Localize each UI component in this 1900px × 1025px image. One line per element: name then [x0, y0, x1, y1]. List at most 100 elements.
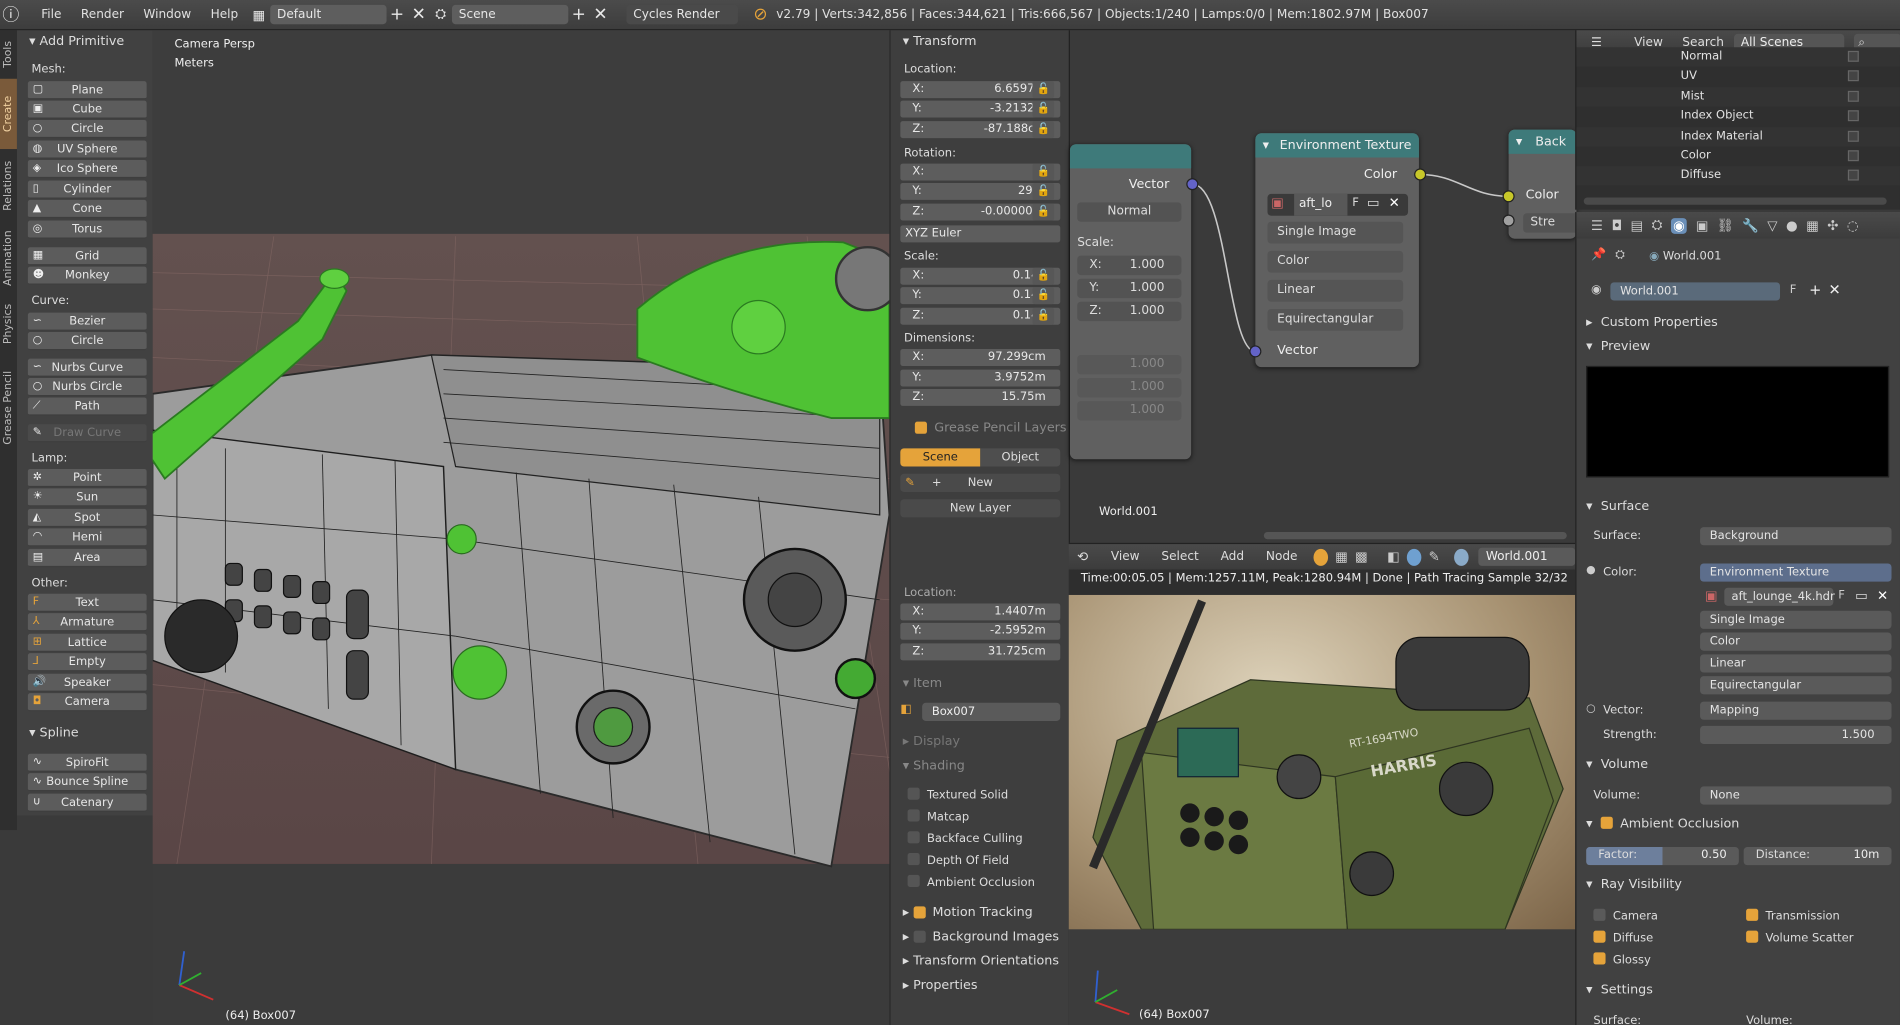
add-lattice-button[interactable]: ⊞ Lattice: [27, 633, 147, 652]
display-header[interactable]: ▸ Display: [891, 731, 1070, 753]
menu-window[interactable]: Window: [134, 8, 201, 21]
add-cylinder-button[interactable]: ▯ Cylinder: [27, 180, 147, 199]
lock-icon[interactable]: 🔓: [1032, 182, 1055, 200]
close-icon[interactable]: ✕: [1877, 588, 1888, 604]
world-browse-icon[interactable]: ◉: [1591, 284, 1602, 297]
texture-tab-icon[interactable]: ▦: [1806, 218, 1819, 234]
folder-icon[interactable]: ▭: [1855, 588, 1868, 604]
ray-volume-scatter-toggle[interactable]: Volume Scatter: [1746, 930, 1854, 945]
env-vector-in-socket[interactable]: [1249, 345, 1262, 358]
blender-info-icon[interactable]: ⓘ: [0, 2, 22, 26]
material-tab-icon[interactable]: ●: [1786, 218, 1798, 234]
catenary-button[interactable]: ∪ Catenary: [27, 793, 147, 812]
world-name-field[interactable]: World.001: [1610, 282, 1781, 301]
row-checkbox[interactable]: [1847, 150, 1859, 162]
bg-color-in-socket[interactable]: [1502, 190, 1515, 203]
add-scene-icon[interactable]: +: [568, 5, 590, 24]
world-datablock-field[interactable]: World.001: [1478, 547, 1576, 566]
properties-header[interactable]: ▸ Properties: [891, 974, 1070, 996]
lock-icon[interactable]: 🔓: [1032, 307, 1055, 325]
node-scrollbar[interactable]: [1263, 531, 1567, 540]
bg-node-header[interactable]: ▾ Back: [1508, 129, 1577, 154]
image-icon[interactable]: ▣: [1705, 588, 1718, 604]
add-cube-button[interactable]: ▣ Cube: [27, 100, 147, 119]
lock-icon[interactable]: 🔓: [1032, 287, 1055, 305]
ambient-occlusion-checkbox[interactable]: [1600, 816, 1613, 829]
env-interpolation-select[interactable]: Linear: [1267, 279, 1404, 302]
collapse-icon[interactable]: ▾: [1516, 130, 1522, 154]
lock-icon[interactable]: 🔓: [1032, 100, 1055, 118]
add-ico-sphere-button[interactable]: ◈ Ico Sphere: [27, 159, 147, 179]
ray-glossy-toggle[interactable]: Glossy: [1593, 952, 1651, 967]
cursor-y-field[interactable]: Y: -2.5952m: [900, 622, 1061, 640]
background-images-header[interactable]: ▸ Background Images: [891, 926, 1070, 948]
node-menu-select[interactable]: Select: [1150, 550, 1209, 563]
grease-tab-object[interactable]: Object: [980, 448, 1061, 467]
env-colorspace-select[interactable]: Color: [1267, 250, 1404, 273]
bg-strength-in-socket[interactable]: [1502, 214, 1515, 227]
properties-editor-icon[interactable]: ☰: [1591, 218, 1603, 234]
scene-tab-icon[interactable]: ⛭: [1652, 217, 1663, 234]
add-armature-button[interactable]: ⅄ Armature: [27, 613, 147, 632]
props-mapping-select[interactable]: Equirectangular: [1700, 676, 1892, 695]
add-layout-icon[interactable]: +: [386, 5, 408, 24]
grease-pencil-checkbox[interactable]: [914, 421, 927, 434]
add-nurbs-circle-button[interactable]: ○ Nurbs Circle: [27, 378, 147, 397]
compositing-icon[interactable]: ▩: [1355, 549, 1368, 565]
layout-icon[interactable]: ▦: [248, 7, 270, 23]
add-cone-button[interactable]: ▲ Cone: [27, 199, 147, 219]
menu-help[interactable]: Help: [201, 8, 248, 21]
scene-select[interactable]: Scene: [451, 4, 568, 25]
ray-camera-toggle[interactable]: Camera: [1593, 908, 1658, 923]
outliner-row-uv[interactable]: UV: [1576, 67, 1900, 86]
add-empty-button[interactable]: ⅃ Empty: [27, 653, 147, 672]
env-image-name[interactable]: aft_lo: [1294, 193, 1348, 216]
vector-input-select[interactable]: Mapping: [1700, 701, 1892, 720]
menu-render[interactable]: Render: [71, 8, 134, 21]
env-mapping-select[interactable]: Equirectangular: [1267, 308, 1404, 331]
mapping-extra-1[interactable]: 1.000: [1077, 355, 1182, 375]
add-uv-sphere-button[interactable]: ◍ UV Sphere: [27, 140, 147, 159]
tab-grease-pencil[interactable]: Grease Pencil: [0, 353, 17, 464]
color-input-select[interactable]: Environment Texture: [1700, 563, 1892, 582]
add-sun-lamp-button[interactable]: ☀ Sun: [27, 488, 147, 507]
remove-world-icon[interactable]: ✕: [1829, 281, 1841, 298]
item-header[interactable]: ▾ Item: [891, 673, 1070, 695]
transform-orientations-header[interactable]: ▸ Transform Orientations: [891, 950, 1070, 972]
add-primitive-header[interactable]: ▾ Add Primitive: [17, 30, 153, 52]
add-speaker-button[interactable]: 🔊 Speaker: [27, 673, 147, 692]
outliner-row-color[interactable]: Color: [1576, 147, 1900, 166]
add-area-lamp-button[interactable]: ▤ Area: [27, 548, 147, 568]
hdr-fake-user[interactable]: F: [1838, 589, 1845, 602]
add-spot-lamp-button[interactable]: ◭ Spot: [27, 508, 147, 528]
tab-physics[interactable]: Physics: [0, 294, 17, 352]
mapping-scale-y[interactable]: Y: 1.000: [1077, 278, 1182, 299]
cursor-z-field[interactable]: Z: 31.725cm: [900, 643, 1061, 661]
ray-camera-checkbox[interactable]: [1593, 908, 1606, 921]
lock-icon[interactable]: 🔓: [1032, 121, 1055, 139]
constraints-tab-icon[interactable]: ⛓: [1717, 218, 1734, 234]
render-engine-select[interactable]: Cycles Render: [625, 4, 738, 25]
add-grid-button[interactable]: ▦ Grid: [27, 247, 147, 266]
outliner-row-index-material[interactable]: Index Material: [1576, 127, 1900, 147]
matcap-toggle[interactable]: Matcap: [907, 809, 969, 824]
add-circle-button[interactable]: ○ Circle: [27, 119, 147, 139]
mapping-extra-2[interactable]: 1.000: [1077, 378, 1182, 398]
world-tab-icon[interactable]: ◉: [1670, 217, 1688, 234]
env-color-out-socket[interactable]: [1414, 168, 1427, 181]
ray-transmission-toggle[interactable]: Transmission: [1746, 908, 1840, 923]
add-path-button[interactable]: ⟋ Path: [27, 397, 147, 416]
settings-header[interactable]: ▾ Settings: [1576, 979, 1900, 1002]
render-preview[interactable]: Time:00:05.05 | Mem:1257.11M, Peak:1280.…: [1068, 569, 1576, 1025]
strength-field[interactable]: 1.500: [1700, 725, 1892, 745]
remove-layout-icon[interactable]: ✕: [408, 5, 430, 24]
new-layer-button[interactable]: New Layer: [900, 499, 1061, 518]
object-tab-icon[interactable]: ▣: [1696, 218, 1709, 234]
grease-pencil-header[interactable]: Grease Pencil Layers: [891, 417, 1070, 439]
pin-icon[interactable]: 📌: [1591, 248, 1606, 261]
spline-header[interactable]: ▾ Spline: [17, 722, 153, 744]
row-checkbox[interactable]: [1847, 130, 1859, 142]
node-menu-add[interactable]: Add: [1210, 550, 1255, 563]
add-monkey-button[interactable]: ☻ Monkey: [27, 266, 147, 285]
menu-file[interactable]: File: [32, 8, 72, 21]
